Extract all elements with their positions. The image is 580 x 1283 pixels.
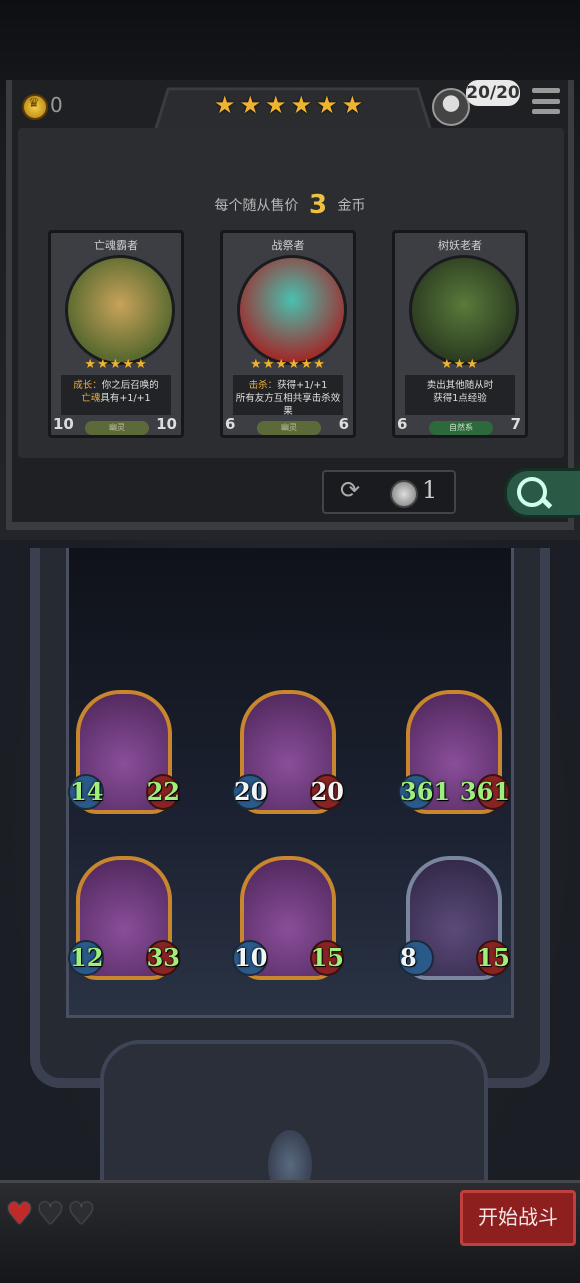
refresh-cost: 1 <box>422 476 438 504</box>
minion-attack: 361 <box>400 777 451 806</box>
card-tribe: 幽灵 <box>85 421 149 435</box>
card-name: 树妖老者 <box>438 239 482 252</box>
card-portrait <box>409 255 519 365</box>
refresh-icon: ⟳ <box>340 476 361 504</box>
star-icon: ★ <box>239 91 262 119</box>
board-minion-1[interactable]: 14 22 <box>68 690 180 814</box>
card-description: 成长：你之后召唤的 亡魂具有+1/+1 <box>61 375 171 415</box>
card-health: 6 <box>330 412 354 434</box>
refresh-button[interactable]: ⟳ 1 <box>322 470 456 514</box>
price-prefix: 每个随从售价 <box>214 198 299 214</box>
shop-card-1[interactable]: 亡魂霸者 ★★★★★ 成长：你之后召唤的 亡魂具有+1/+1 10 幽灵 10 <box>48 230 184 438</box>
minion-attack: 12 <box>70 943 104 972</box>
heart-icon: ♥ <box>67 1197 95 1232</box>
minion-attack: 20 <box>234 777 268 806</box>
gold-count: 0 <box>50 93 63 117</box>
card-name: 亡魂霸者 <box>94 239 138 252</box>
minion-health: 33 <box>146 943 180 972</box>
card-name: 战祭者 <box>271 239 305 252</box>
minion-health: 15 <box>310 943 344 972</box>
board-minion-4[interactable]: 12 33 <box>68 856 180 980</box>
card-portrait <box>65 255 175 365</box>
minion-attack: 14 <box>70 777 104 806</box>
price-value: 3 <box>308 190 328 220</box>
silver-coin-icon <box>390 480 418 508</box>
board-minion-2[interactable]: 20 20 <box>232 690 344 814</box>
star-icon: ★ <box>290 91 313 119</box>
gold-coin-icon <box>22 94 48 120</box>
minion-health: 22 <box>146 777 180 806</box>
minion-health: 361 <box>459 777 510 806</box>
tavern-stars: ★ ★ ★ ★ ★ ★ <box>214 92 364 120</box>
start-battle-button[interactable]: 开始战斗 <box>460 1190 576 1246</box>
card-health: 10 <box>156 412 181 434</box>
shop-card-3[interactable]: 树妖老者 ★★★ 卖出其他随从时 获得1点经验 6 自然系 7 <box>392 230 528 438</box>
sell-price-line: 每个随从售价 3 金币 <box>0 190 580 220</box>
card-portrait <box>237 255 347 365</box>
search-button[interactable] <box>504 468 580 518</box>
card-attack: 6 <box>397 415 408 433</box>
card-description: 卖出其他随从时 获得1点经验 <box>405 375 515 415</box>
card-attack: 10 <box>53 415 74 433</box>
heart-icon: ♥ <box>6 1197 33 1232</box>
minion-capacity: 20/20 <box>466 80 520 106</box>
board-minion-5[interactable]: 10 15 <box>232 856 344 980</box>
card-health: 7 <box>502 412 526 434</box>
minion-attack: 8 <box>400 943 417 972</box>
card-tribe: 自然系 <box>429 421 493 435</box>
price-suffix: 金币 <box>337 198 366 214</box>
minion-attack: 10 <box>234 943 268 972</box>
heart-icon: ♥ <box>36 1197 64 1232</box>
player-avatar[interactable] <box>432 88 470 126</box>
star-icon: ★ <box>316 91 338 119</box>
lives: ♥ ♥ ♥ <box>6 1200 95 1230</box>
menu-icon[interactable] <box>532 88 560 114</box>
star-icon: ★ <box>214 91 236 119</box>
search-icon <box>517 477 547 507</box>
card-stars: ★★★★★★ <box>250 357 326 372</box>
star-icon: ★ <box>341 91 364 119</box>
minion-health: 20 <box>310 777 344 806</box>
minion-health: 15 <box>476 943 510 972</box>
board-minion-3[interactable]: 361 361 <box>398 690 510 814</box>
star-icon: ★ <box>265 91 287 119</box>
card-attack: 6 <box>225 415 236 433</box>
board-minion-6[interactable]: 8 15 <box>398 856 510 980</box>
shop-card-2[interactable]: 战祭者 ★★★★★★ 击杀：获得+1/+1 所有友方互相共享击杀效果 6 幽灵 6 <box>220 230 356 438</box>
card-description: 击杀：获得+1/+1 所有友方互相共享击杀效果 <box>233 375 343 417</box>
card-tribe: 幽灵 <box>257 421 321 435</box>
card-stars: ★★★★★ <box>84 357 148 372</box>
card-stars: ★★★ <box>441 357 479 372</box>
